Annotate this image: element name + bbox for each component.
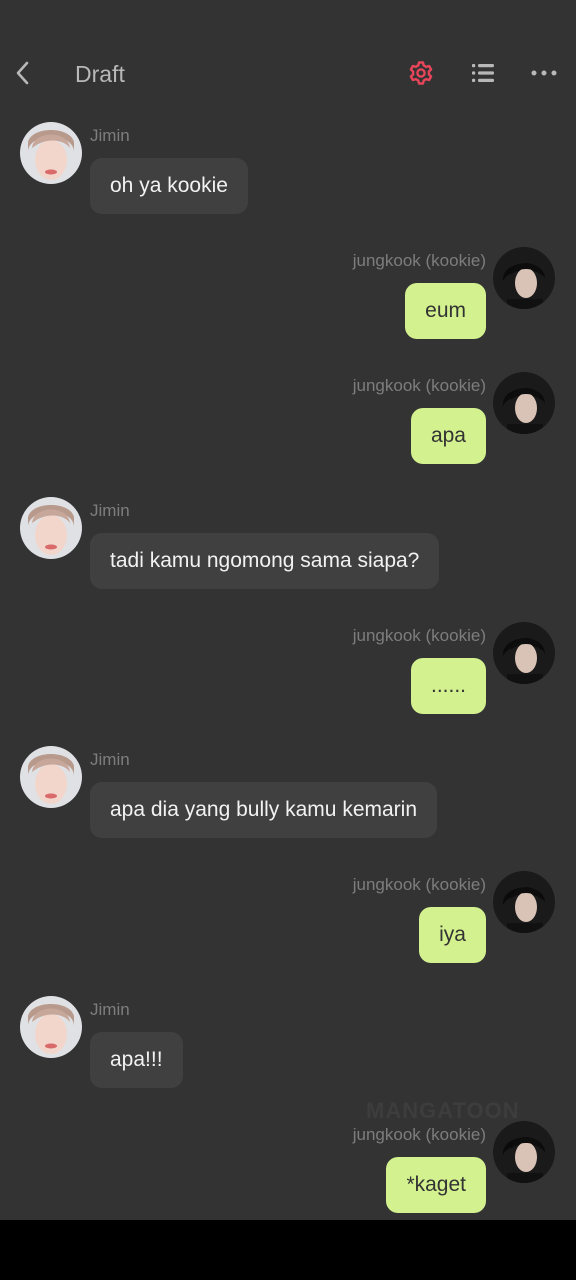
message-bubble[interactable]: apa dia yang bully kamu kemarin xyxy=(90,782,438,838)
sender-name: Jimin xyxy=(90,750,130,769)
chevron-left-icon xyxy=(16,61,29,85)
sender-name: Jimin xyxy=(90,126,130,145)
chapter-list-button[interactable] xyxy=(466,56,500,90)
page-title: Draft xyxy=(75,61,125,87)
sender-name: jungkook (kookie) xyxy=(352,1125,486,1144)
top-bar: Draft xyxy=(0,0,576,110)
more-horizontal-icon xyxy=(531,70,557,76)
avatar-jungkook[interactable] xyxy=(493,247,555,309)
avatar-jimin[interactable] xyxy=(20,122,82,184)
message-bubble[interactable]: apa!!! xyxy=(90,1032,183,1088)
sender-name: jungkook (kookie) xyxy=(352,376,486,395)
avatar-jimin[interactable] xyxy=(20,746,82,808)
gear-icon xyxy=(409,61,433,85)
avatar-jungkook[interactable] xyxy=(493,622,555,684)
sender-name: jungkook (kookie) xyxy=(352,251,486,270)
message-bubble[interactable]: apa xyxy=(410,408,486,464)
message-bubble[interactable]: oh ya kookie xyxy=(90,158,248,214)
sender-name: jungkook (kookie) xyxy=(352,626,486,645)
settings-button[interactable] xyxy=(404,56,438,90)
avatar-jimin[interactable] xyxy=(20,497,82,559)
avatar-jungkook[interactable] xyxy=(493,871,555,933)
list-icon xyxy=(472,64,494,82)
message-bubble[interactable]: tadi kamu ngomong sama siapa? xyxy=(90,533,440,589)
system-nav-bar xyxy=(0,1220,576,1280)
avatar-jimin[interactable] xyxy=(20,996,82,1058)
back-button[interactable] xyxy=(8,56,38,90)
more-button[interactable] xyxy=(527,56,561,90)
sender-name: Jimin xyxy=(90,501,130,520)
sender-name: Jimin xyxy=(90,1000,130,1019)
message-bubble[interactable]: iya xyxy=(419,907,486,963)
message-bubble[interactable]: ...... xyxy=(410,658,486,714)
avatar-jungkook[interactable] xyxy=(493,372,555,434)
chat-screen: Draft MANGATOON Jimin oh ya kookie jungk… xyxy=(0,0,576,1220)
watermark: MANGATOON xyxy=(366,1098,520,1123)
avatar-jungkook[interactable] xyxy=(493,1121,555,1183)
message-bubble[interactable]: *kaget xyxy=(386,1157,486,1213)
message-bubble[interactable]: eum xyxy=(405,283,486,339)
sender-name: jungkook (kookie) xyxy=(352,875,486,894)
